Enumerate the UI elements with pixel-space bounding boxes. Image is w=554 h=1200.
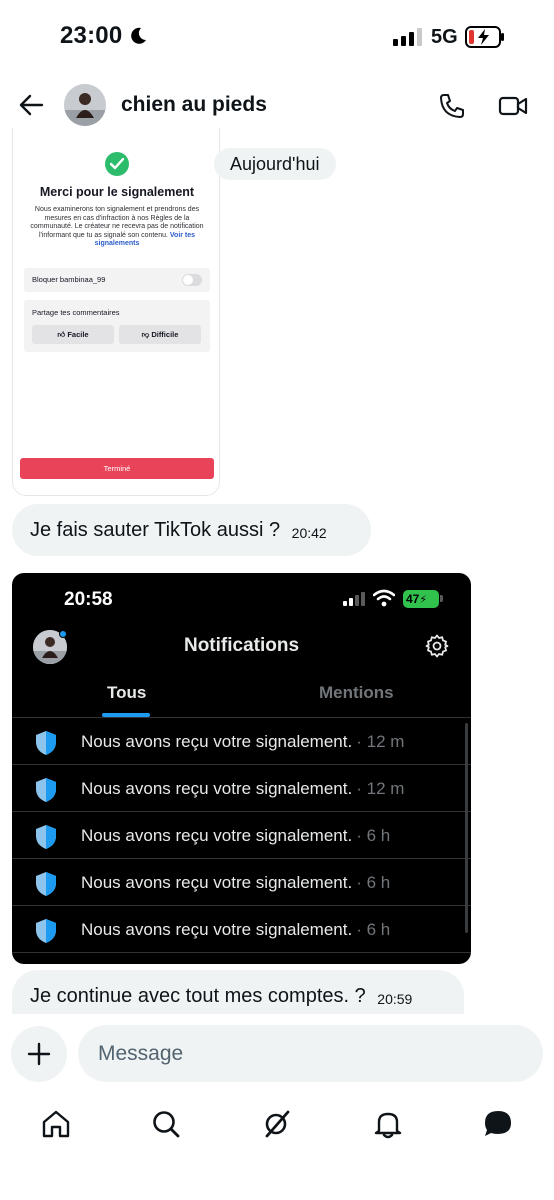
add-attachment-button[interactable] [11,1026,67,1082]
cellular-signal-icon [393,28,422,46]
phone-call-icon[interactable] [438,92,466,120]
easy-button: 👍︎ Facile [32,325,114,344]
report-description: Nous examinerons ton signalement et pren… [30,206,204,247]
notification-time: 6 h [366,920,391,939]
notification-time: 6 h [366,826,391,845]
messages-icon[interactable] [483,1109,513,1139]
contact-name[interactable]: chien au pieds [121,93,267,117]
shield-icon [36,731,56,755]
plus-icon [27,1042,51,1066]
notification-time: 12 m [366,732,405,751]
message-time: 20:59 [377,991,413,1007]
shield-icon [36,919,56,943]
block-toggle [182,274,202,286]
date-separator: Aujourd'hui [214,148,336,180]
notification-row: Nous avons reçu votre signalement. · 12 m [12,765,471,812]
bell-icon[interactable] [373,1109,403,1139]
shield-icon [36,778,56,802]
charging-bolt-icon: ⚡︎ [419,594,428,606]
notification-row: Nous avons reçu votre signalement. · 6 h [12,906,471,953]
notifications-list: Nous avons reçu votre signalement. · 12 m… [12,718,471,953]
message-text: Je fais sauter TikTok aussi ? [30,519,281,541]
message-time: 20:42 [291,525,327,541]
difficult-button: 👎︎ Difficile [119,325,201,344]
gear-icon [425,634,449,658]
wifi-icon [373,589,395,607]
report-title: Merci pour le signalement [39,185,195,199]
notifications-title: Notifications [183,635,300,656]
notification-text: Nous avons reçu votre signalement. · 6 h [81,920,391,939]
notification-text: Nous avons reçu votre signalement. · 6 h [81,826,391,845]
moon-icon [131,27,146,44]
block-user-label: Bloquer bambinaa_99 [32,275,106,284]
video-call-icon[interactable] [498,92,528,120]
contact-avatar[interactable] [64,84,106,126]
thumbs-up-icon: 👍︎ [57,330,66,339]
feedback-label: Partage tes commentaires [32,308,120,317]
search-icon[interactable] [151,1109,181,1139]
shield-icon [36,825,56,849]
message-bubble[interactable]: Je continue avec tout mes comptes. ? 20:… [12,970,464,1014]
notification-text: Nous avons reçu votre signalement. · 6 h [81,873,391,892]
done-button: Terminé [20,458,214,479]
notification-row: Nous avons reçu votre signalement. · 6 h [12,859,471,906]
x-notifications-screenshot[interactable]: 20:58 47⚡︎ Notifications Tous Mentions N… [12,573,471,964]
grok-icon[interactable] [262,1109,292,1139]
screenshot-signal-icon [343,592,365,606]
screenshot-scrollbar [465,723,468,933]
screenshot-status-time: 20:58 [64,589,113,610]
feedback-section: Partage tes commentaires 👍︎ Facile 👎︎ Di… [24,300,210,352]
block-user-row: Bloquer bambinaa_99 [24,268,210,292]
thumbs-down-icon: 👎︎ [141,330,150,339]
notification-text: Nous avons reçu votre signalement. · 12 m [81,779,405,798]
screenshot-battery: 47⚡︎ [403,590,439,608]
status-time: 23:00 [60,22,123,49]
notification-row: Nous avons reçu votre signalement. · 12 m [12,718,471,765]
notification-time: 12 m [366,779,405,798]
shield-icon [36,872,56,896]
battery-charging-icon [465,26,504,48]
notification-time: 6 h [366,873,391,892]
tab-all: Tous [107,683,147,702]
message-bubble[interactable]: Je fais sauter TikTok aussi ? 20:42 [12,504,371,556]
home-icon[interactable] [41,1109,71,1139]
tab-mentions: Mentions [319,683,394,702]
notification-row: Nous avons reçu votre signalement. · 6 h [12,812,471,859]
status-bar: 23:00 5G [0,0,554,76]
battery-tip [440,595,443,602]
tiktok-report-screenshot[interactable]: Merci pour le signalement Nous examinero… [12,128,220,496]
conversation-header: chien au pieds [0,76,554,136]
back-arrow-icon[interactable] [18,92,44,118]
notification-text: Nous avons reçu votre signalement. · 12 m [81,732,405,751]
message-text: Je continue avec tout mes comptes. ? [30,985,366,1007]
network-type: 5G [431,26,458,48]
message-input[interactable] [78,1025,543,1082]
checkmark-icon [105,152,129,176]
